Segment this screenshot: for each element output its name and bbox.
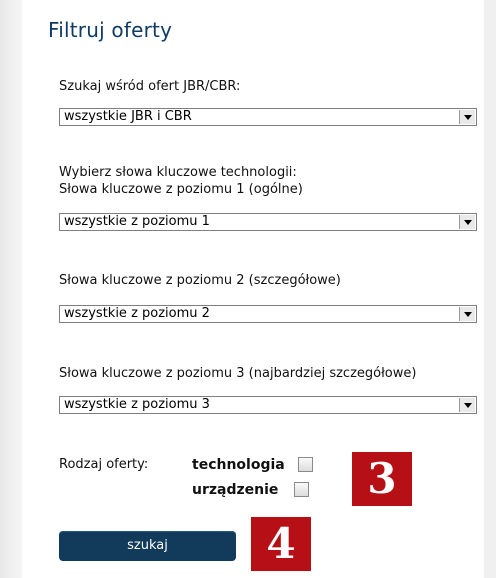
device-option-label: urządzenie <box>192 482 279 498</box>
level3-label: Słowa kluczowe z poziomu 3 (najbardziej … <box>59 366 417 381</box>
chevron-down-icon[interactable] <box>459 215 475 229</box>
level1-label: Słowa kluczowe z poziomu 1 (ogólne) <box>59 182 303 197</box>
level3-select[interactable]: wszystkie z poziomu 3 <box>59 396 477 414</box>
left-shadow-strip <box>0 0 22 578</box>
offer-type-label: Rodzaj oferty: <box>59 457 149 472</box>
level1-select[interactable]: wszystkie z poziomu 1 <box>59 213 477 231</box>
annotation-badge-4: 4 <box>251 517 311 571</box>
right-edge <box>484 0 496 578</box>
level1-value: wszystkie z poziomu 1 <box>64 214 210 229</box>
annotation-badge-3: 3 <box>352 452 412 506</box>
level3-value: wszystkie z poziomu 3 <box>64 397 210 412</box>
offers-source-select[interactable]: wszystkie JBR i CBR <box>59 108 477 126</box>
technology-option-label: technologia <box>192 457 285 473</box>
level2-select[interactable]: wszystkie z poziomu 2 <box>59 305 477 323</box>
chevron-down-icon[interactable] <box>459 307 475 321</box>
offers-source-label: Szukaj wśród ofert JBR/CBR: <box>59 79 241 94</box>
chevron-down-icon[interactable] <box>459 110 475 124</box>
search-button[interactable]: szukaj <box>59 531 236 561</box>
chevron-down-icon[interactable] <box>459 398 475 412</box>
keywords-intro-label: Wybierz słowa kluczowe technologii: <box>59 165 297 180</box>
level2-label: Słowa kluczowe z poziomu 2 (szczegółowe) <box>59 273 341 288</box>
page-title: Filtruj oferty <box>48 18 173 42</box>
technology-checkbox[interactable] <box>298 457 313 472</box>
device-checkbox[interactable] <box>294 482 309 497</box>
level2-value: wszystkie z poziomu 2 <box>64 306 210 321</box>
offers-source-value: wszystkie JBR i CBR <box>64 109 192 124</box>
